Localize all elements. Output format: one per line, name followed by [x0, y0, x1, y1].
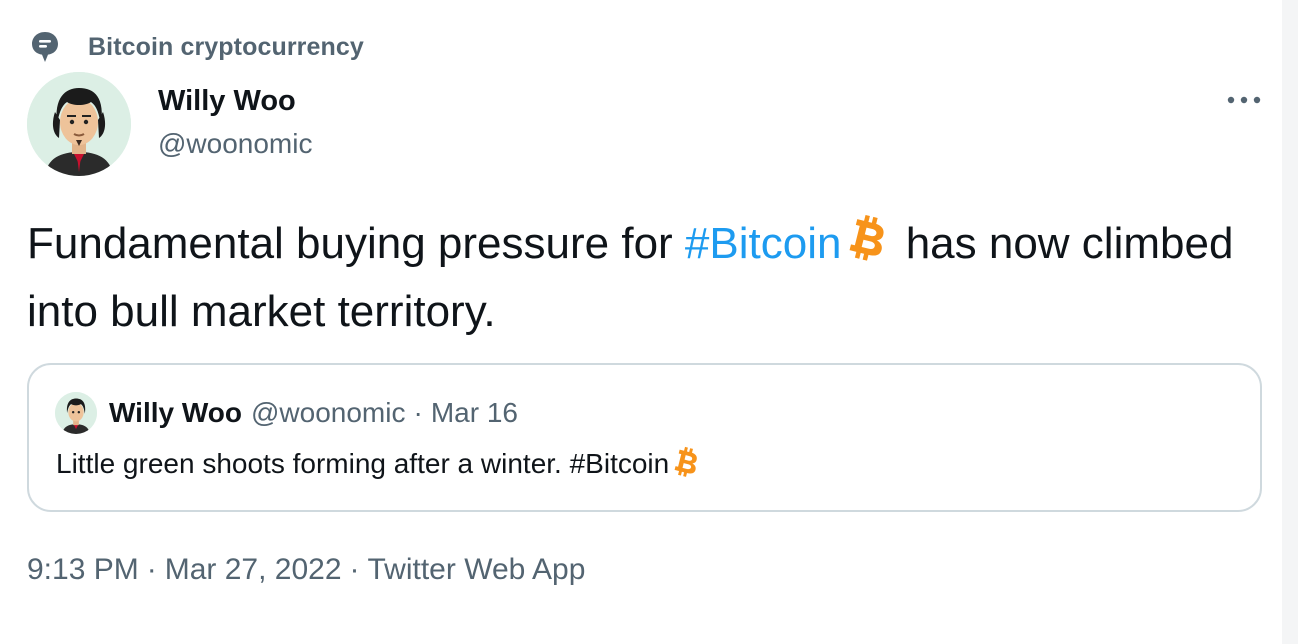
- avatar[interactable]: [27, 72, 131, 176]
- meta-separator: ·: [349, 553, 360, 586]
- quoted-date: Mar 16: [430, 397, 518, 428]
- page-edge: [1282, 0, 1298, 644]
- tweet-source[interactable]: Twitter Web App: [368, 553, 586, 586]
- bitcoin-icon: [841, 212, 893, 281]
- tweet-time[interactable]: 9:13 PM: [27, 553, 139, 586]
- more-options-icon: [1227, 91, 1261, 109]
- author-handle[interactable]: @woonomic: [158, 125, 312, 163]
- quoted-separator: ·: [413, 397, 423, 428]
- quoted-author-handle: @woonomic: [251, 397, 406, 428]
- quoted-tweet-card[interactable]: Willy Woo @woonomic · Mar 16 Little gree…: [27, 363, 1262, 512]
- more-options-button[interactable]: [1224, 86, 1264, 114]
- topic-context[interactable]: Bitcoin cryptocurrency: [30, 28, 364, 66]
- bitcoin-icon: [669, 445, 703, 490]
- quoted-text-start: Little green shoots forming after a wint…: [56, 448, 570, 479]
- tweet-text-start: Fundamental buying pressure for: [27, 219, 685, 268]
- quoted-tweet-text: Little green shoots forming after a wint…: [56, 444, 703, 490]
- meta-separator: ·: [146, 553, 157, 586]
- quoted-hashtag: #Bitcoin: [569, 448, 670, 479]
- tweet-date[interactable]: Mar 27, 2022: [165, 553, 342, 586]
- hashtag-link[interactable]: #Bitcoin: [685, 219, 842, 268]
- tweet-page: Bitcoin cryptocurrency Willy Woo @woonom…: [0, 0, 1298, 644]
- author-name[interactable]: Willy Woo: [158, 82, 296, 120]
- topic-bubble-icon: [30, 30, 60, 64]
- tweet-text: Fundamental buying pressure for #Bitcoin…: [27, 212, 1257, 343]
- topic-label: Bitcoin cryptocurrency: [88, 32, 364, 61]
- tweet-metadata: 9:13 PM · Mar 27, 2022 · Twitter Web App: [27, 550, 585, 590]
- quoted-tweet-header: Willy Woo @woonomic · Mar 16: [55, 391, 518, 435]
- quoted-avatar[interactable]: [55, 392, 97, 434]
- quoted-author-name: Willy Woo: [109, 397, 242, 428]
